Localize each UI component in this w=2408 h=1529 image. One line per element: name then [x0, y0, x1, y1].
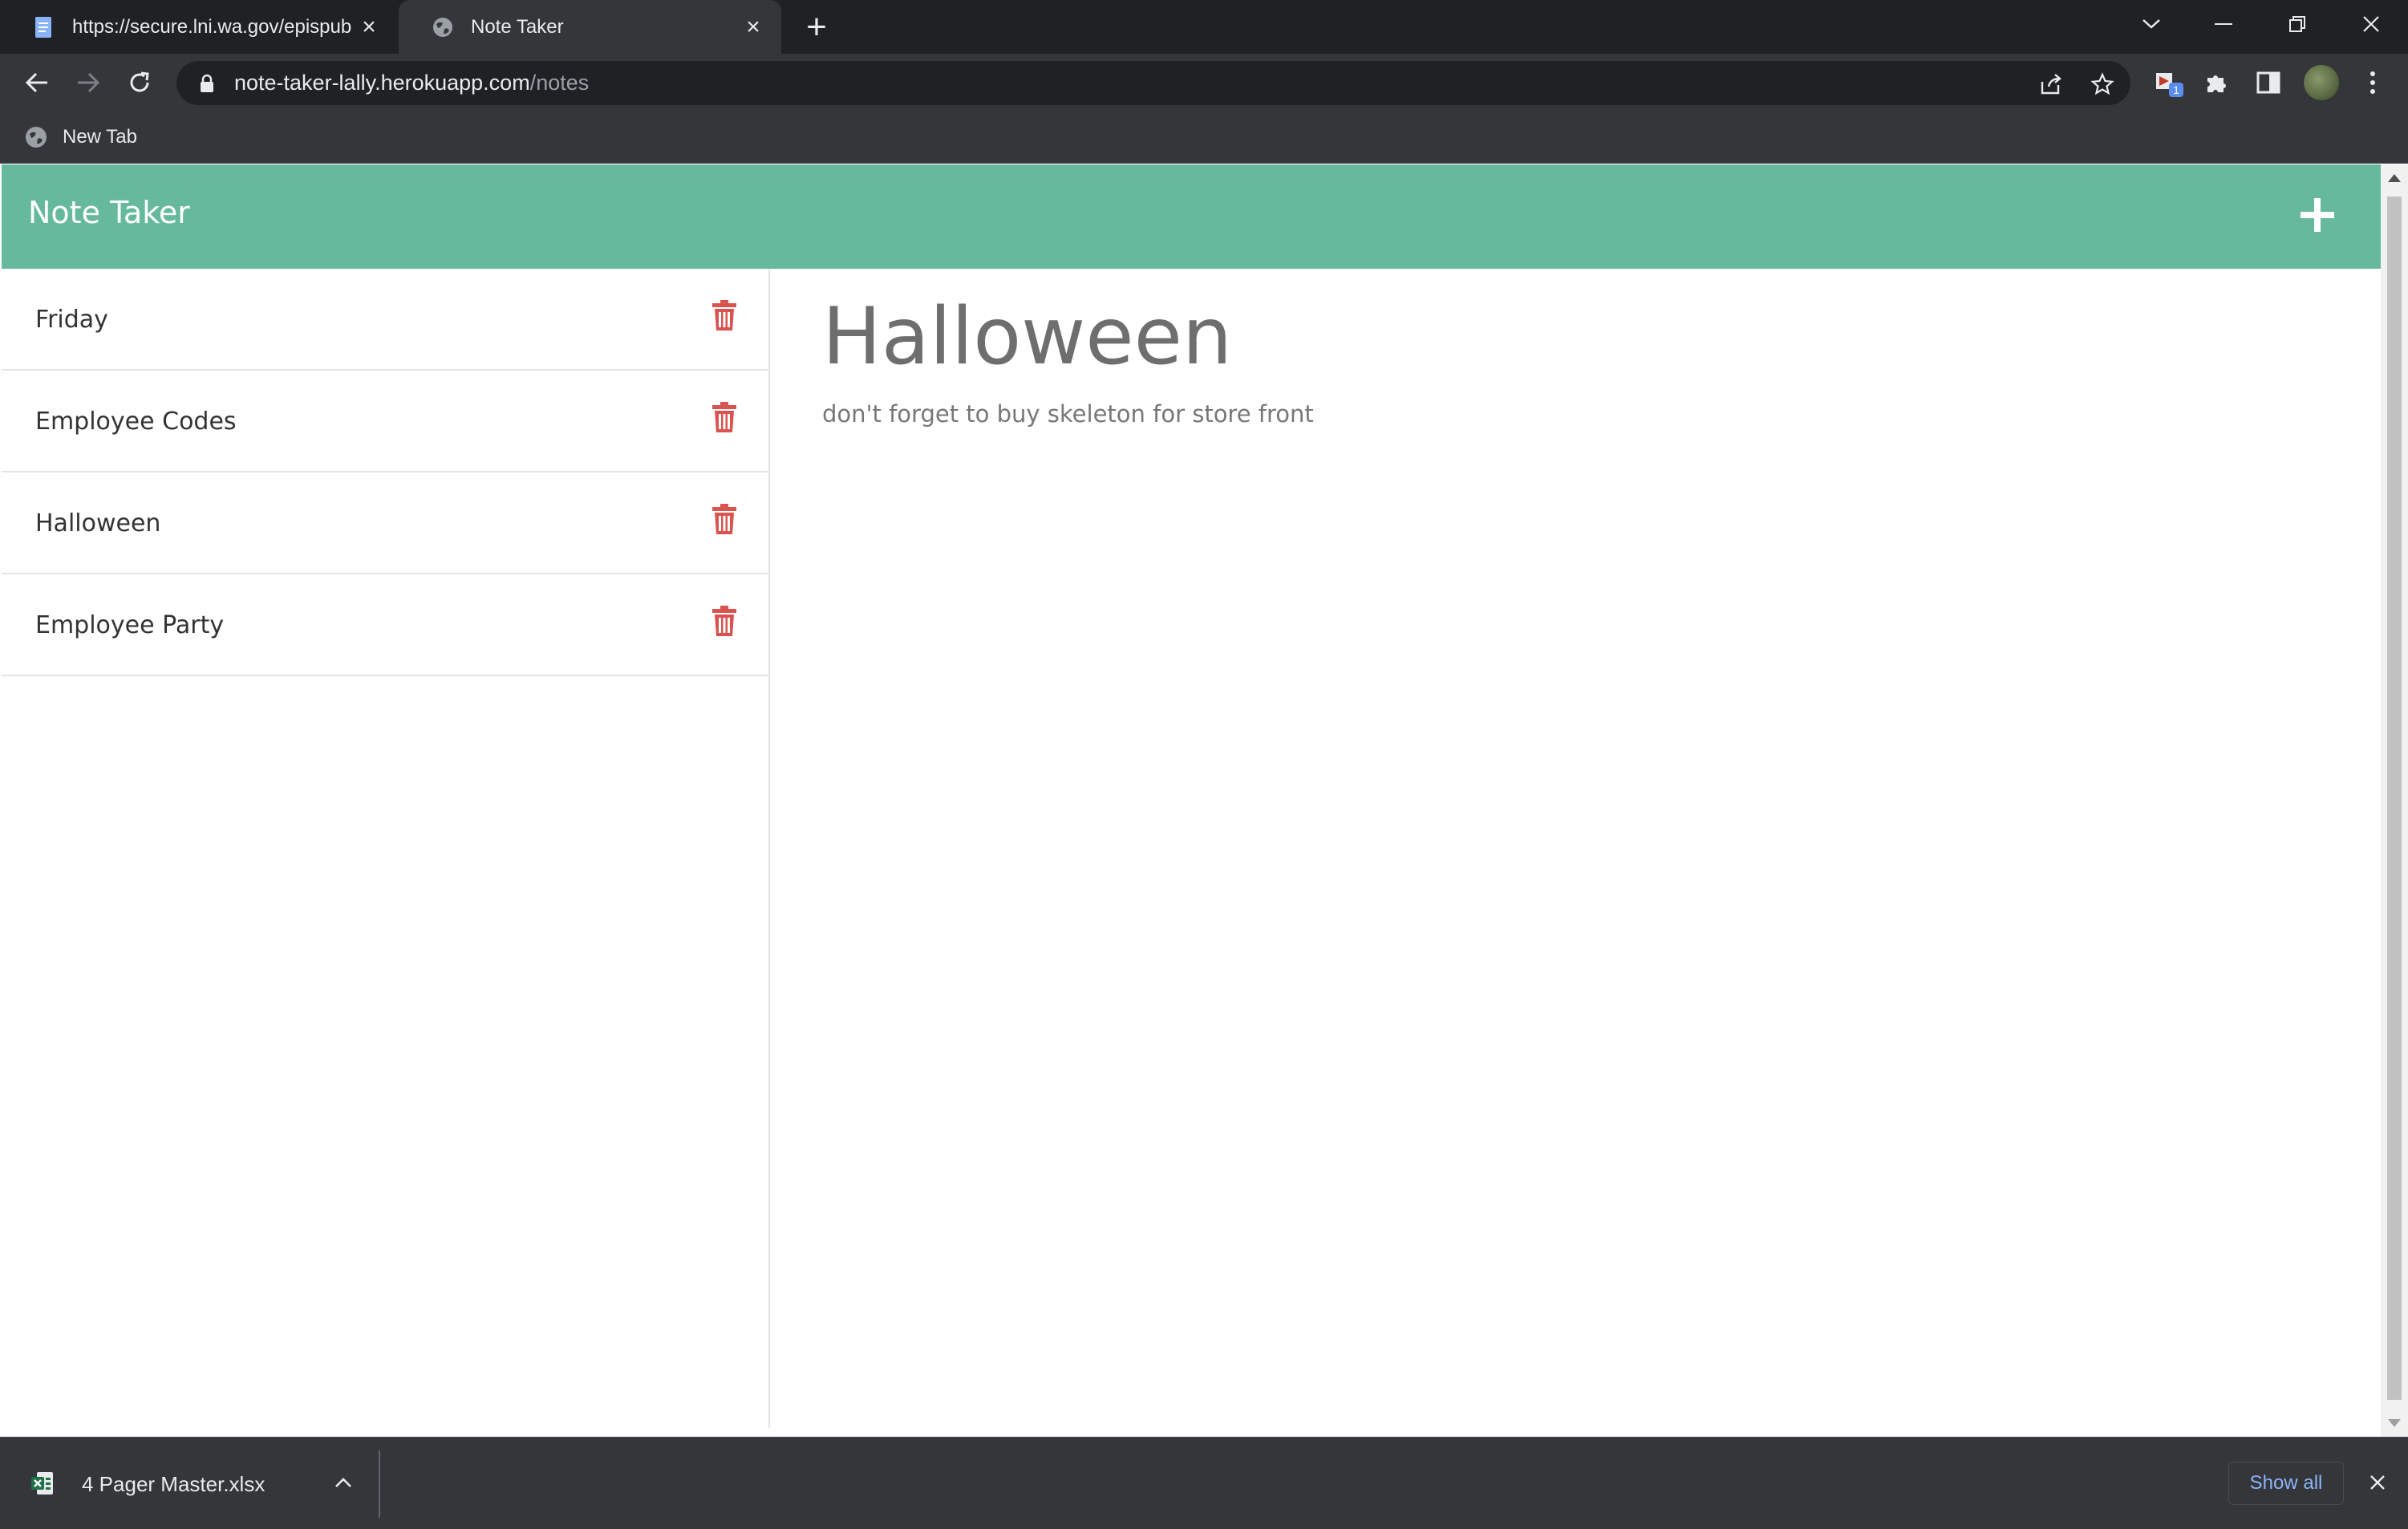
- browser-toolbar: note-taker-lally.herokuapp.com/notes 1: [0, 54, 2408, 112]
- app-header: Note Taker: [2, 164, 2381, 269]
- tab-note-taker[interactable]: Note Taker ×: [399, 0, 781, 54]
- show-all-button[interactable]: Show all: [2228, 1462, 2344, 1505]
- page-viewport: Note Taker Friday Employee Codes Hallowe…: [0, 164, 2381, 1437]
- download-item[interactable]: 4 Pager Master.xlsx: [30, 1462, 265, 1507]
- download-bar: 4 Pager Master.xlsx Show all: [0, 1437, 2408, 1529]
- list-item[interactable]: Friday: [2, 269, 770, 371]
- globe-icon: [431, 15, 455, 39]
- browser-tab-strip: https://secure.lni.wa.gov/epispub × Note…: [0, 0, 2408, 54]
- restore-button[interactable]: [2260, 0, 2334, 48]
- tab-title: https://secure.lni.wa.gov/epispub: [72, 15, 352, 38]
- add-note-plus-icon[interactable]: [2297, 195, 2337, 235]
- extension-badge-icon[interactable]: 1: [2151, 65, 2187, 100]
- notes-list: Friday Employee Codes Halloween Employee…: [2, 269, 770, 1428]
- trash-icon[interactable]: [711, 503, 738, 535]
- bookmark-label: New Tab: [63, 126, 137, 148]
- note-title: Employee Codes: [35, 408, 237, 436]
- new-tab-button[interactable]: +: [799, 7, 834, 47]
- excel-file-icon: [31, 1472, 53, 1495]
- globe-icon: [26, 127, 47, 148]
- download-separator: [379, 1450, 380, 1518]
- profile-avatar[interactable]: [2304, 65, 2339, 100]
- close-download-bar-icon[interactable]: [2361, 1466, 2394, 1499]
- trash-icon[interactable]: [711, 401, 738, 433]
- bookmarks-bar: New Tab: [0, 112, 2408, 164]
- scrollbar-thumb[interactable]: [2387, 197, 2402, 1400]
- note-title: Employee Party: [35, 611, 225, 639]
- note-detail: Halloween don't forget to buy skeleton f…: [822, 285, 2346, 428]
- page-scrollbar[interactable]: [2381, 164, 2408, 1437]
- download-filename: 4 Pager Master.xlsx: [82, 1471, 266, 1496]
- share-icon[interactable]: [2037, 71, 2065, 98]
- scroll-down-arrow-icon[interactable]: [2388, 1419, 2401, 1427]
- tab-close-icon[interactable]: ×: [355, 14, 383, 41]
- list-item[interactable]: Employee Codes: [2, 371, 770, 472]
- minimize-button[interactable]: [2187, 0, 2260, 48]
- scroll-up-arrow-icon[interactable]: [2388, 174, 2401, 182]
- list-item[interactable]: Halloween: [2, 472, 770, 574]
- document-icon: [32, 15, 56, 39]
- tab-search-icon[interactable]: [2114, 0, 2188, 48]
- note-text-area[interactable]: don't forget to buy skeleton for store f…: [822, 400, 2346, 428]
- close-window-button[interactable]: [2334, 0, 2408, 48]
- side-panel-icon[interactable]: [2251, 65, 2286, 100]
- url-text: note-taker-lally.herokuapp.com/notes: [234, 71, 590, 95]
- menu-kebab-icon[interactable]: [2355, 65, 2390, 100]
- address-bar[interactable]: note-taker-lally.herokuapp.com/notes: [176, 61, 2130, 105]
- tab-lni[interactable]: https://secure.lni.wa.gov/epispub ×: [0, 0, 397, 54]
- extension-badge-count: 1: [2173, 83, 2179, 96]
- tab-title: Note Taker: [471, 15, 564, 38]
- extensions-puzzle-icon[interactable]: [2199, 65, 2235, 100]
- note-title: Halloween: [35, 509, 161, 537]
- chevron-up-icon[interactable]: [327, 1466, 359, 1499]
- note-title: Friday: [35, 306, 108, 334]
- bookmark-new-tab[interactable]: New Tab: [24, 123, 137, 152]
- trash-icon[interactable]: [711, 299, 738, 331]
- back-button[interactable]: [19, 65, 55, 100]
- forward-button[interactable]: [71, 65, 106, 100]
- lock-icon[interactable]: [199, 73, 217, 94]
- bookmark-star-icon[interactable]: [2089, 71, 2116, 98]
- note-title-input[interactable]: Halloween: [822, 285, 2346, 389]
- reload-button[interactable]: [122, 65, 157, 100]
- list-item[interactable]: Employee Party: [2, 574, 770, 676]
- trash-icon[interactable]: [711, 605, 738, 637]
- tab-close-icon[interactable]: ×: [740, 14, 767, 41]
- app-title[interactable]: Note Taker: [28, 195, 190, 230]
